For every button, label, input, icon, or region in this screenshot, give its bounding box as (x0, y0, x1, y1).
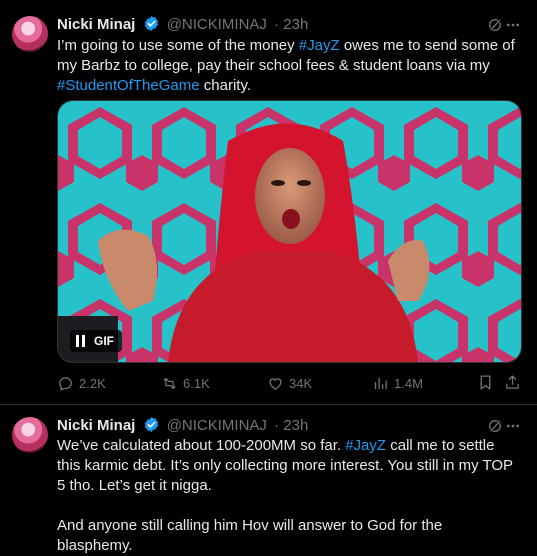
views-button[interactable]: 1.4M (372, 373, 423, 393)
tweet-time[interactable]: · 23h (274, 16, 308, 33)
gif-label: GIF (94, 334, 114, 348)
tweet-header: Nicki Minaj @NICKIMINAJ · 23h (57, 15, 308, 33)
verified-badge-icon (144, 417, 158, 432)
like-count: 34K (289, 375, 313, 391)
tweet-text: I’m going to use some of the money #JayZ… (57, 36, 521, 96)
repost-icon (163, 377, 176, 389)
avatar[interactable] (12, 417, 48, 453)
views-chart-icon (374, 377, 387, 389)
grok-icon[interactable] (487, 418, 503, 434)
tweet[interactable]: Nicki Minaj @NICKIMINAJ · 23h I’m going … (0, 0, 537, 404)
hashtag-link[interactable]: #JayZ (299, 37, 340, 54)
author-name[interactable]: Nicki Minaj (57, 417, 135, 434)
more-options-icon[interactable] (505, 418, 521, 434)
views-count: 1.4M (394, 375, 423, 391)
share-icon[interactable] (504, 374, 521, 391)
like-button[interactable]: 34K (267, 373, 312, 393)
repost-count: 6.1K (183, 375, 210, 391)
action-bar: 2.2K 6.1K 34K 1.4M (57, 373, 521, 393)
gif-frame (58, 101, 521, 362)
heart-icon (269, 377, 282, 390)
gif-media[interactable]: GIF (57, 100, 522, 363)
bookmark-icon[interactable] (477, 374, 494, 391)
author-handle[interactable]: @NICKIMINAJ (167, 16, 267, 33)
tweet-text-segment: call me to settle this karmic debt. It’s… (57, 437, 513, 554)
reply-count: 2.2K (79, 375, 106, 391)
gif-badge[interactable]: GIF (70, 330, 122, 352)
hashtag-link[interactable]: #StudentOfTheGame (57, 77, 200, 94)
more-options-icon[interactable] (505, 17, 521, 33)
reply-icon (59, 376, 72, 391)
tweet-text-segment: We’ve calculated about 100-200MM so far. (57, 437, 346, 454)
author-handle[interactable]: @NICKIMINAJ (167, 417, 267, 434)
verified-badge-icon (144, 16, 158, 31)
tweet-text: We’ve calculated about 100-200MM so far.… (57, 436, 521, 556)
tweet[interactable]: Nicki Minaj @NICKIMINAJ · 23h We’ve calc… (0, 404, 537, 554)
tweet-time[interactable]: · 23h (274, 417, 308, 434)
author-name[interactable]: Nicki Minaj (57, 16, 135, 33)
hashtag-link[interactable]: #JayZ (345, 437, 386, 454)
tweet-text-segment: charity. (199, 77, 251, 94)
reply-button[interactable]: 2.2K (57, 373, 106, 393)
repost-button[interactable]: 6.1K (161, 373, 210, 393)
avatar[interactable] (12, 16, 48, 52)
tweet-text-segment: I’m going to use some of the money (57, 37, 299, 54)
tweet-header: Nicki Minaj @NICKIMINAJ · 23h (57, 416, 308, 434)
pause-icon[interactable] (76, 335, 86, 347)
grok-icon[interactable] (487, 17, 503, 33)
